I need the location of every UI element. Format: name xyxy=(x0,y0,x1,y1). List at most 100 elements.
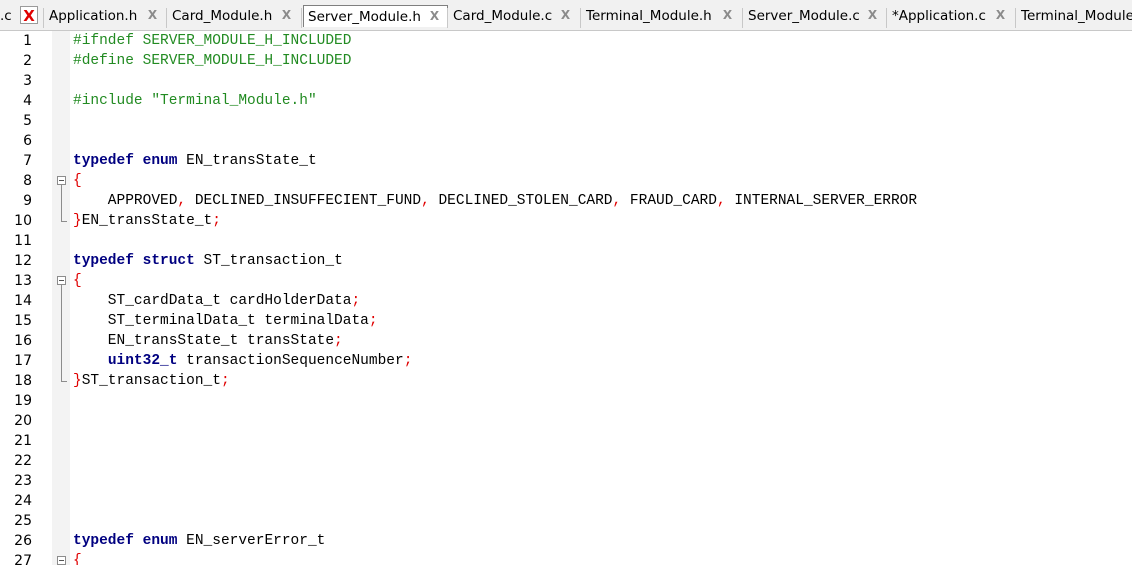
close-tab-icon[interactable]: X xyxy=(428,10,441,23)
code-line: 20 xyxy=(0,411,1132,431)
tab-separator xyxy=(43,8,44,28)
line-number: 20 xyxy=(14,413,32,429)
code-line: 19 xyxy=(0,391,1132,411)
code-text[interactable]: #define SERVER_MODULE_H_INCLUDED xyxy=(73,51,351,71)
code-text[interactable]: #include "Terminal_Module.h" xyxy=(73,91,317,111)
identifier-token: APPROVED xyxy=(73,193,178,209)
identifier-token: EN_serverError_t xyxy=(177,533,326,549)
line-number: 14 xyxy=(14,293,32,309)
operator-token: ; xyxy=(351,293,361,309)
code-editor[interactable]: 1 #ifndef SERVER_MODULE_H_INCLUDED 2 #defin… xyxy=(0,31,1132,565)
identifier-token xyxy=(134,253,143,269)
code-text[interactable]: ST_cardData_t cardHolderData; xyxy=(73,291,360,311)
line-number: 25 xyxy=(14,513,32,529)
fold-toggle-icon[interactable] xyxy=(57,276,66,285)
code-text[interactable]: { xyxy=(73,551,82,565)
close-tab-icon[interactable]: X xyxy=(20,6,38,25)
code-line: 14 ST_cardData_t cardHolderData; xyxy=(0,291,1132,311)
close-tab-icon[interactable]: X xyxy=(146,9,159,22)
code-line: 13 { xyxy=(0,271,1132,291)
fold-guide-line xyxy=(61,185,62,221)
code-line: 6 xyxy=(0,131,1132,151)
keyword-token: enum xyxy=(142,153,178,169)
code-text[interactable]: }ST_transaction_t; xyxy=(73,371,230,391)
identifier-token: DECLINED_INSUFFECIENT_FUND xyxy=(186,193,422,209)
code-line: 7 typedef enum EN_transState_t xyxy=(0,151,1132,171)
identifier-token: transactionSequenceNumber xyxy=(177,353,404,369)
code-line: 23 xyxy=(0,471,1132,491)
operator-token: ; xyxy=(212,213,221,229)
code-line: 10}EN_transState_t; xyxy=(0,211,1132,231)
code-text[interactable]: { xyxy=(73,271,82,291)
tab-c[interactable]: .c X xyxy=(0,5,42,27)
identifier-token: ST_transaction_t xyxy=(81,373,221,389)
fold-toggle-icon[interactable] xyxy=(57,176,66,185)
close-tab-icon[interactable]: X xyxy=(994,9,1007,22)
line-number: 24 xyxy=(14,493,32,509)
tab-label: Terminal_Module.h xyxy=(586,8,712,24)
tab-label: Server_Module.c xyxy=(748,8,860,24)
tab-card-module-h[interactable]: Card_Module.h X xyxy=(168,5,302,27)
code-line: 18}ST_transaction_t; xyxy=(0,371,1132,391)
tab-application-h[interactable]: Application.h X xyxy=(45,5,167,27)
keyword-token: typedef xyxy=(73,533,134,549)
code-line: 2 #define SERVER_MODULE_H_INCLUDED xyxy=(0,51,1132,71)
code-line: 27 { xyxy=(0,551,1132,565)
line-number: 1 xyxy=(23,33,32,49)
line-number: 9 xyxy=(23,193,32,209)
keyword-token: enum xyxy=(142,533,178,549)
keyword-token: typedef xyxy=(73,153,134,169)
code-text[interactable]: typedef struct ST_transaction_t xyxy=(73,251,343,271)
tab-bar: .c X Application.h X Card_Module.h X Server_Mo… xyxy=(0,0,1132,31)
line-number: 17 xyxy=(14,353,32,369)
tab-separator xyxy=(447,8,448,28)
code-text[interactable]: typedef enum EN_transState_t xyxy=(73,151,317,171)
close-tab-icon[interactable]: X xyxy=(866,9,879,22)
tab-application-c[interactable]: *Application.c X xyxy=(888,5,1016,27)
operator-token: , xyxy=(421,193,430,209)
code-text[interactable]: }EN_transState_t; xyxy=(73,211,221,231)
line-number: 16 xyxy=(14,333,32,349)
code-line: 12 typedef struct ST_transaction_t xyxy=(0,251,1132,271)
code-text[interactable]: #ifndef SERVER_MODULE_H_INCLUDED xyxy=(73,31,351,51)
tab-server-module-h[interactable]: Server_Module.h X xyxy=(303,5,448,27)
code-text[interactable]: EN_transState_t transState; xyxy=(73,331,343,351)
tab-card-module-c[interactable]: Card_Module.c X xyxy=(449,5,581,27)
code-line: 16 EN_transState_t transState; xyxy=(0,331,1132,351)
line-number: 6 xyxy=(23,133,32,149)
close-tab-icon[interactable]: X xyxy=(280,9,293,22)
close-tab-icon[interactable]: X xyxy=(721,9,734,22)
tab-separator xyxy=(301,8,302,28)
operator-token: ; xyxy=(334,333,343,349)
keyword-token: struct xyxy=(142,253,195,269)
identifier-token: EN_transState_t transState xyxy=(73,333,335,349)
code-text[interactable]: uint32_t transactionSequenceNumber; xyxy=(73,351,413,371)
identifier-token: EN_transState_t xyxy=(81,213,213,229)
line-number: 3 xyxy=(23,73,32,89)
fold-end-marker xyxy=(61,381,67,382)
tab-server-module-c[interactable]: Server_Module.c X xyxy=(744,5,887,27)
tab-label: Application.h xyxy=(49,8,138,24)
close-tab-icon[interactable]: X xyxy=(559,9,572,22)
operator-token: , xyxy=(612,193,622,209)
code-text[interactable]: ST_terminalData_t terminalData; xyxy=(73,311,378,331)
line-number: 19 xyxy=(14,393,32,409)
identifier-token xyxy=(134,533,143,549)
code-text[interactable]: APPROVED, DECLINED_INSUFFECIENT_FUND, DE… xyxy=(73,191,917,211)
code-text[interactable]: { xyxy=(73,171,82,191)
code-line: 8{ xyxy=(0,171,1132,191)
code-line: 21 xyxy=(0,431,1132,451)
preprocessor-token: #include "Terminal_Module.h" xyxy=(73,93,317,109)
tab-label: Terminal_Module xyxy=(1021,8,1132,24)
keyword-token: uint32_t xyxy=(107,353,178,369)
tab-terminal-module[interactable]: Terminal_Module xyxy=(1017,5,1132,27)
fold-toggle-icon[interactable] xyxy=(57,556,66,565)
line-number: 5 xyxy=(23,113,32,129)
code-line: 17 uint32_t transactionSequenceNumber; xyxy=(0,351,1132,371)
tab-separator xyxy=(1015,8,1016,28)
code-line: 22 xyxy=(0,451,1132,471)
code-text[interactable]: typedef enum EN_serverError_t xyxy=(73,531,325,551)
tab-separator xyxy=(580,8,581,28)
fold-guide-line xyxy=(61,285,62,381)
tab-terminal-module-h[interactable]: Terminal_Module.h X xyxy=(582,5,743,27)
